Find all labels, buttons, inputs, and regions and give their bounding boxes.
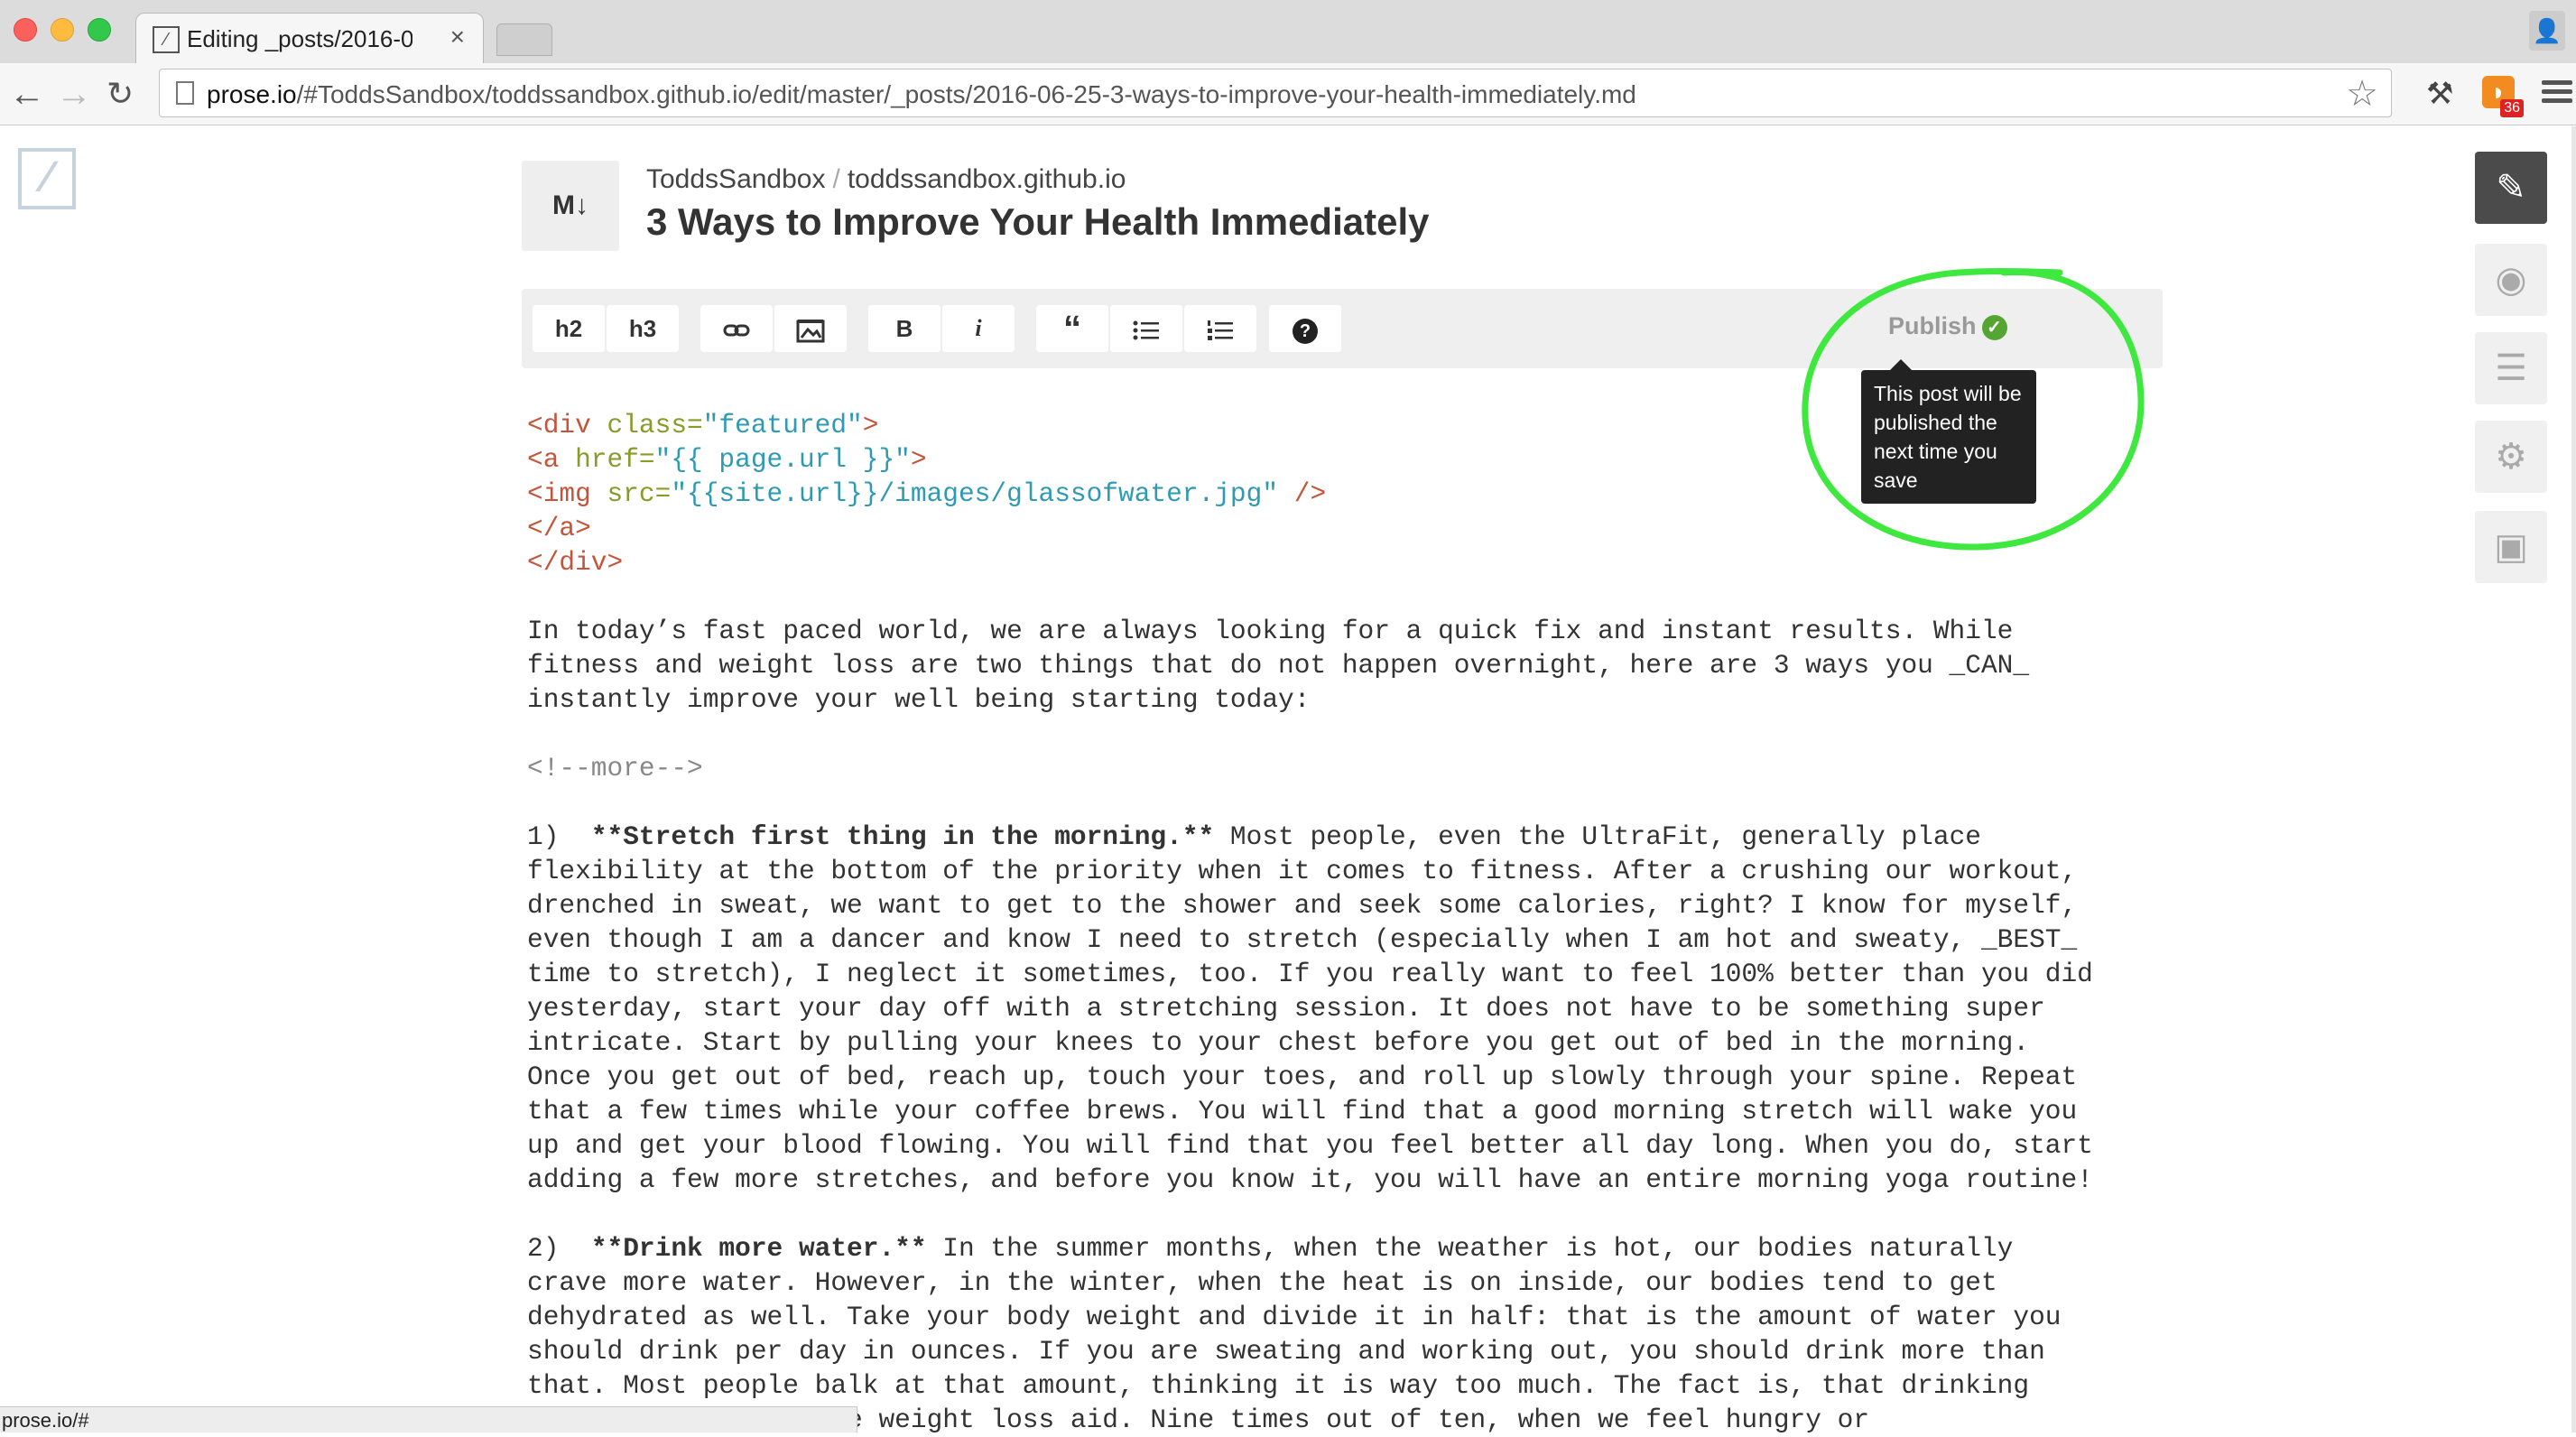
tab-close-icon[interactable]: × <box>450 23 465 51</box>
h3-button[interactable]: h3 <box>607 305 679 352</box>
quote-button[interactable]: “ <box>1036 305 1108 352</box>
rss-badge: 36 <box>2500 99 2524 117</box>
prose-logo[interactable]: ⁄ <box>18 148 76 209</box>
bullet-list-button[interactable] <box>1110 305 1182 352</box>
image-icon <box>796 320 825 343</box>
link-button[interactable] <box>700 305 773 352</box>
meta-button[interactable]: ☰ <box>2475 332 2547 404</box>
forward-icon[interactable]: → <box>56 74 92 114</box>
media-button[interactable]: ▣ <box>2475 511 2547 583</box>
text-line: should drink per day in ounces. If you a… <box>527 1336 2045 1367</box>
intro-paragraph: In today’s fast paced world, we are alwa… <box>527 614 2080 717</box>
paragraph-1-first-line: 1) **Stretch first thing in the morning.… <box>527 821 1981 852</box>
image-button[interactable] <box>774 305 847 352</box>
paragraph-2-first-line: 2) **Drink more water.** In the summer m… <box>527 1233 2014 1264</box>
zoom-window-button[interactable] <box>88 18 111 42</box>
text-line: crave more water. However, in the winter… <box>527 1267 1997 1298</box>
text-line: yesterday, start your day off with a str… <box>527 993 2045 1024</box>
code-line: <a href="{{ page.url }}"> <box>527 444 927 475</box>
back-icon[interactable]: ← <box>9 74 45 114</box>
meta-icon: ☰ <box>2495 348 2527 388</box>
edit-icon: ✎ <box>2496 168 2526 208</box>
text-line: flexibility at the bottom of the priorit… <box>527 856 2078 886</box>
help-button[interactable]: ? <box>1269 305 1341 352</box>
code-line: <img src="{{site.url}}/images/glassofwat… <box>527 478 1327 509</box>
address-bar[interactable]: prose.io/#ToddsSandbox/toddssandbox.gith… <box>159 69 2392 117</box>
tab-title: Editing _posts/2016-06-25 <box>187 25 412 52</box>
bold-button[interactable]: B <box>868 305 941 352</box>
text-line: instantly improve your well being starti… <box>527 684 1311 715</box>
text-line: intricate. Start by pulling your knees t… <box>527 1027 2030 1058</box>
settings-icon: ⚙ <box>2495 437 2527 477</box>
text-line: drenched in sweat, we want to get to the… <box>527 890 2078 921</box>
status-bar: prose.io/# <box>0 1406 857 1432</box>
breadcrumb-repo[interactable]: toddssandbox.github.io <box>848 164 1126 194</box>
text-line: time to stretch), I neglect it sometimes… <box>527 959 2093 989</box>
text-line: In today’s fast paced world, we are alwa… <box>527 616 2014 646</box>
menu-icon[interactable] <box>2542 76 2572 107</box>
settings-button[interactable]: ⚙ <box>2475 421 2547 493</box>
numbered-list-icon <box>1208 320 1233 341</box>
navigation-bar: ← → ↻ prose.io/#ToddsSandbox/toddssandbo… <box>0 63 2576 125</box>
code-line: <div class="featured"> <box>527 410 879 440</box>
text-line: that a few times while your coffee brews… <box>527 1096 2078 1126</box>
text-line: Once you get out of bed, reach up, touch… <box>527 1062 2078 1092</box>
minimize-window-button[interactable] <box>51 18 74 42</box>
text-line: up and get your blood flowing. You will … <box>527 1130 2093 1161</box>
page-title[interactable]: 3 Ways to Improve Your Health Immediatel… <box>646 200 1429 244</box>
scrollbar[interactable] <box>2571 126 2576 1432</box>
page-icon <box>176 81 194 105</box>
help-icon: ? <box>1293 319 1318 344</box>
text-line: that. Most people balk at that amount, t… <box>527 1370 2030 1401</box>
markdown-file-icon: M↓ <box>522 161 619 251</box>
extension-icon[interactable]: ⚒ <box>2426 76 2453 112</box>
markdown-editor[interactable]: <div class="featured"> <a href="{{ page.u… <box>527 408 2093 1437</box>
preview-button[interactable]: ◉ <box>2475 244 2547 316</box>
profile-icon[interactable]: 👤 <box>2529 11 2565 51</box>
text-line: adding a few more stretches, and before … <box>527 1164 2093 1195</box>
bullet-list-icon <box>1133 320 1159 340</box>
reload-icon[interactable]: ↻ <box>107 74 134 114</box>
code-line: </a> <box>527 513 591 543</box>
italic-button[interactable]: i <box>942 305 1015 352</box>
star-icon[interactable]: ☆ <box>2346 73 2378 115</box>
new-tab-button[interactable] <box>496 23 552 56</box>
code-block: <div class="featured"> <a href="{{ page.u… <box>527 408 2080 579</box>
preview-icon: ◉ <box>2495 260 2527 300</box>
tab-bar: ⁄ Editing _posts/2016-06-25 × 👤 <box>0 0 2576 64</box>
h2-button[interactable]: h2 <box>533 305 605 352</box>
text-line: even though I am a dancer and know I nee… <box>527 924 2078 955</box>
rss-extension[interactable]: ◗ 36 <box>2482 76 2524 117</box>
breadcrumb-owner[interactable]: ToddsSandbox <box>646 164 826 194</box>
browser-tab[interactable]: ⁄ Editing _posts/2016-06-25 × <box>135 13 484 64</box>
paragraph-1: flexibility at the bottom of the priorit… <box>527 854 2093 1197</box>
code-line: </div> <box>527 547 624 578</box>
link-icon <box>723 324 750 337</box>
breadcrumb: ToddsSandbox / toddssandbox.github.io <box>646 164 1126 194</box>
url-text[interactable]: prose.io/#ToddsSandbox/toddssandbox.gith… <box>207 80 1636 109</box>
text-line: fitness and weight loss are two things t… <box>527 650 2030 681</box>
numbered-list-button[interactable] <box>1184 305 1256 352</box>
prose-favicon-icon: ⁄ <box>153 26 180 53</box>
text-line: dehydrated as well. Take your body weigh… <box>527 1302 2062 1332</box>
more-comment: <!--more--> <box>527 753 703 783</box>
close-window-button[interactable] <box>14 18 37 42</box>
edit-button[interactable]: ✎ <box>2475 152 2547 224</box>
media-icon: ▣ <box>2494 527 2528 567</box>
